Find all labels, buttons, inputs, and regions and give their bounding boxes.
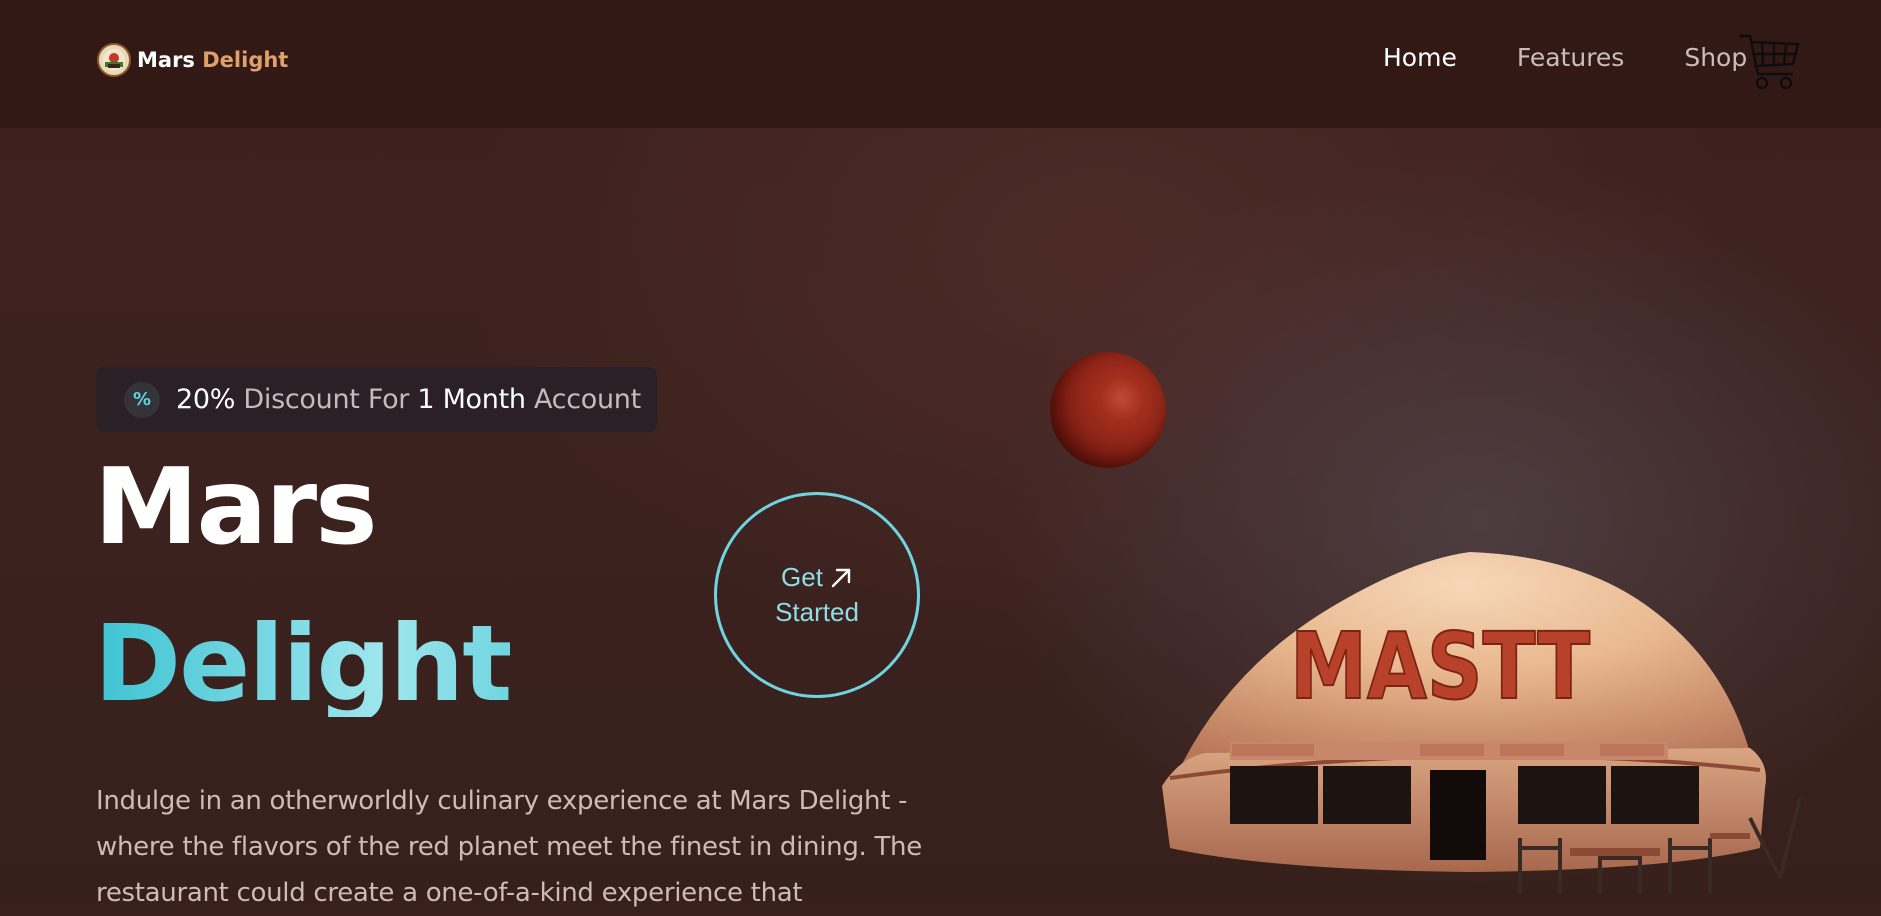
brand-name-second: Delight <box>202 48 289 72</box>
promo-discount-text: Discount For <box>235 384 418 415</box>
promo-suffix: Account <box>525 384 641 415</box>
shopping-cart-icon[interactable] <box>1738 30 1802 94</box>
promo-text: 20% Discount For 1 Month Account <box>176 384 641 415</box>
promo-badge: % 20% Discount For 1 Month Account <box>96 367 657 432</box>
promo-percent: 20% <box>176 384 236 415</box>
dome-sign-text: MASTT <box>1290 613 1590 720</box>
arrow-up-right-icon <box>831 568 851 587</box>
get-started-label-2: Started <box>775 597 859 627</box>
red-planet-image <box>1050 352 1166 468</box>
get-started-line1: Get <box>781 560 853 595</box>
brand-name-first: Mars <box>137 48 195 72</box>
navbar: Mars Delight Home Features Shop <box>0 0 1881 128</box>
hero-description: Indulge in an otherworldly culinary expe… <box>96 786 922 908</box>
nav-link-home[interactable]: Home <box>1383 43 1457 72</box>
mars-restaurant-dome-image: MASTT <box>1162 552 1802 893</box>
get-started-button[interactable]: Get Started <box>714 492 920 698</box>
nav-links: Home Features Shop <box>1383 43 1747 72</box>
percent-icon: % <box>124 381 160 418</box>
promo-duration: 1 Month <box>417 384 526 415</box>
mars-delight-logo-icon <box>97 43 131 77</box>
get-started-label-1: Get <box>781 562 823 592</box>
hero-title-line1: Mars <box>94 446 378 568</box>
hero-title-line2: Delight <box>94 603 512 725</box>
brand-logo[interactable]: Mars Delight <box>97 43 288 77</box>
nav-link-features[interactable]: Features <box>1517 43 1625 72</box>
brand-name: Mars Delight <box>137 48 288 72</box>
